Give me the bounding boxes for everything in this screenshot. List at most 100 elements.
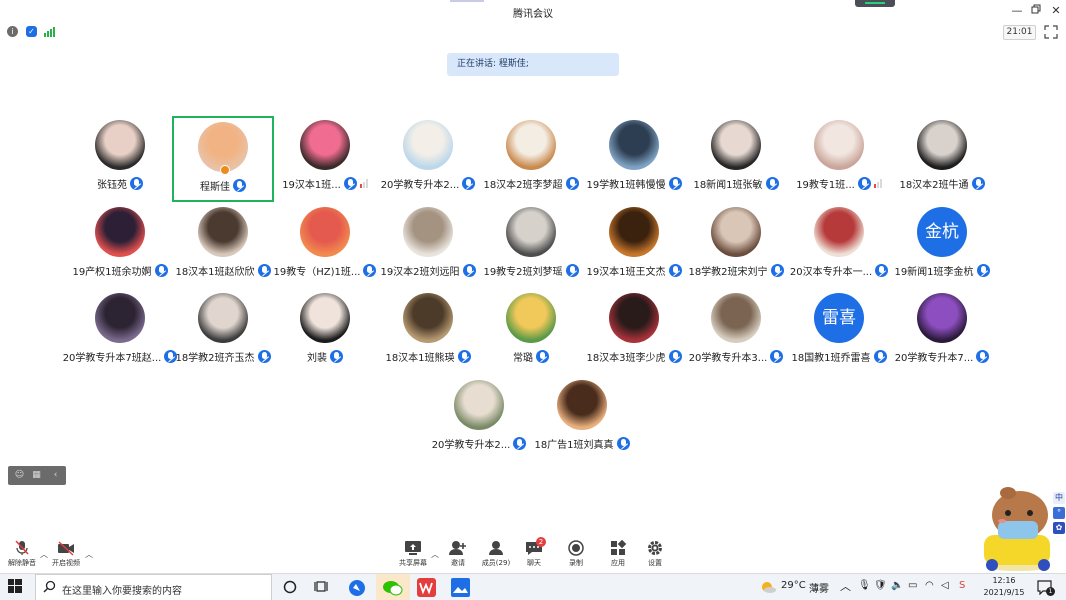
apps-button[interactable]: 应用 [598, 539, 638, 568]
fullscreen-icon[interactable] [1044, 25, 1058, 39]
avatar [300, 120, 350, 170]
taskbar-search-box[interactable]: 在这里输入你要搜索的内容 [35, 574, 272, 600]
participant-tile[interactable]: 19产权1班余功婀 [69, 203, 171, 289]
search-icon [43, 580, 56, 596]
avatar [711, 207, 761, 257]
info-icon[interactable]: i [7, 26, 18, 37]
host-badge-icon [220, 165, 230, 175]
participant-tile[interactable]: 18汉本1班熊瑛 [377, 289, 479, 375]
participant-tile[interactable]: 刘裴 [274, 289, 376, 375]
participant-tile[interactable]: 19汉本2班刘远阳 [377, 203, 479, 289]
weather-icon[interactable] [759, 578, 779, 597]
participant-tile[interactable]: 金杭 19新闻1班李金杭 [891, 203, 993, 289]
participant-name: 20汉本专升本一... [789, 267, 873, 278]
settings-button[interactable]: 设置 [635, 540, 675, 568]
ime-language-toggle[interactable]: 中 [1053, 492, 1065, 504]
chat-button[interactable]: 2 聊天 [514, 537, 554, 568]
unmute-button[interactable]: 解除静音 [2, 540, 42, 568]
participant-tile[interactable]: 18汉本2班牛通 [891, 116, 993, 202]
avatar [506, 293, 556, 343]
tray-expand-chevron-icon[interactable]: ︿ [840, 578, 851, 594]
participant-label: 19新闻1班李金杭 [881, 263, 1003, 278]
participant-tile[interactable]: 雷喜 18国教1班乔雷喜 [788, 289, 890, 375]
security-shield-icon[interactable]: ✓ [26, 26, 37, 37]
participant-tile[interactable]: 20学教专升本7... [891, 289, 993, 375]
record-button[interactable]: 录制 [556, 540, 596, 568]
invite-button[interactable]: 邀请 [438, 540, 478, 568]
ime-skin-icon[interactable]: ✿ [1053, 522, 1065, 534]
participant-tile[interactable]: 20学教专升本2... [428, 376, 530, 462]
restore-icon[interactable] [1029, 4, 1043, 18]
chat-bubble-icon: 2 [525, 537, 546, 556]
speaking-indicator: 正在讲话: 程斯佳; [447, 53, 619, 76]
participant-tile[interactable]: 张钰苑 [69, 116, 171, 202]
keyboard-icon[interactable]: ▦ [30, 469, 43, 482]
collapse-chevron-icon[interactable]: ‹ [49, 469, 62, 482]
avatar [609, 207, 659, 257]
avatar [95, 120, 145, 170]
participant-tile[interactable]: 18新闻1班张敏 [685, 116, 787, 202]
notification-center-icon[interactable]: 1 [1037, 579, 1057, 598]
wps-office-taskbar-icon[interactable] [417, 578, 437, 597]
participant-tile[interactable]: 20学教专升本2... [377, 116, 479, 202]
participant-tile[interactable]: 18学教2班宋刘宁 [685, 203, 787, 289]
wechat-taskbar-icon[interactable] [376, 574, 410, 600]
ime-toolbar[interactable]: 中 ° ✿ [1053, 492, 1066, 538]
participant-label: 18广告1班刘真真 [521, 436, 643, 451]
avatar [609, 120, 659, 170]
signal-strength-icon[interactable] [44, 26, 55, 37]
participant-tile[interactable]: 20汉本专升本一... [788, 203, 890, 289]
participant-tile[interactable]: 18汉本2班李梦超 [480, 116, 582, 202]
apps-label: 应用 [611, 559, 625, 567]
windows-taskbar: 在这里输入你要搜索的内容 29°C 薄雾 ︿ 🎙 🛡 🔈 ▭ ◠ ◁ S 12:… [0, 573, 1066, 600]
tray-app-icon[interactable]: S [959, 580, 965, 591]
tray-volume-icon[interactable]: 🔈 [891, 580, 903, 591]
video-options-chevron-icon[interactable]: ︿ [85, 549, 93, 560]
participant-tile[interactable]: 20学教专升本3... [685, 289, 787, 375]
participant-tile[interactable]: 19教专（HZ)1班... [274, 203, 377, 289]
mascot-sticker [978, 485, 1058, 573]
floating-mini-toolbar[interactable]: ☺ ▦ ‹ [8, 466, 66, 485]
tray-security-icon[interactable]: 🛡 [874, 580, 887, 591]
minimize-icon[interactable]: — [1010, 4, 1024, 18]
cortana-icon[interactable] [282, 578, 302, 597]
members-button[interactable]: 成员(29) [476, 540, 516, 568]
participant-tile[interactable]: 20学教专升本7班赵... [63, 289, 178, 375]
participant-tile[interactable]: 19学教1班韩慢慢 [583, 116, 685, 202]
participant-name: 20学教专升本2... [431, 440, 511, 451]
participant-name: 19汉本1班... [282, 180, 341, 191]
participant-tile[interactable]: 程斯佳 [172, 116, 274, 202]
windows-start-icon[interactable] [8, 579, 28, 598]
photos-taskbar-icon[interactable] [451, 578, 471, 597]
participant-tile[interactable]: 18广告1班刘真真 [531, 376, 633, 462]
participant-tile[interactable]: 18汉本3班李少虎 [583, 289, 685, 375]
participant-tile[interactable]: 19教专1班... [788, 116, 890, 202]
participant-tile[interactable]: 19汉本1班... [274, 116, 376, 202]
tray-mic-icon[interactable]: 🎙 [858, 580, 871, 591]
taskbar-clock[interactable]: 12:16 2021/9/15 [982, 575, 1026, 599]
share-screen-button[interactable]: 共享屏幕 [393, 540, 433, 568]
participant-name: 18汉本1班熊瑛 [385, 353, 455, 364]
task-view-icon[interactable] [313, 578, 333, 597]
emoji-icon[interactable]: ☺ [13, 469, 26, 482]
record-icon [567, 540, 585, 556]
participant-tile[interactable]: 常璐 [480, 289, 582, 375]
tencent-meeting-taskbar-icon[interactable] [347, 578, 368, 597]
close-icon[interactable]: ✕ [1049, 4, 1063, 18]
participant-tile[interactable]: 18汉本1班赵欣欣 [172, 203, 274, 289]
participant-name: 20学教专升本2... [380, 180, 460, 191]
participant-tile[interactable]: 18学教2班齐玉杰 [172, 289, 274, 375]
invite-label: 邀请 [451, 559, 465, 567]
participant-tile[interactable]: 19教专2班刘梦瑶 [480, 203, 582, 289]
tray-wifi-icon[interactable]: ◠ [925, 580, 934, 591]
participant-tile[interactable]: 19汉本1班王文杰 [583, 203, 685, 289]
ime-punctuation-icon[interactable]: ° [1053, 507, 1065, 519]
avatar [711, 293, 761, 343]
start-video-button[interactable]: 开启视频 [46, 540, 86, 568]
tray-speaker-icon[interactable]: ◁ [941, 580, 949, 591]
record-label: 录制 [569, 559, 583, 567]
participant-name: 19汉本1班王文杰 [586, 267, 666, 278]
avatar [814, 207, 864, 257]
tray-display-icon[interactable]: ▭ [908, 580, 917, 591]
tencent-meeting-window: 腾讯会议 — ✕ i ✓ 21:01 正在讲话: 程斯佳; 张钰苑 程斯佳 19汉本… [0, 0, 1066, 600]
